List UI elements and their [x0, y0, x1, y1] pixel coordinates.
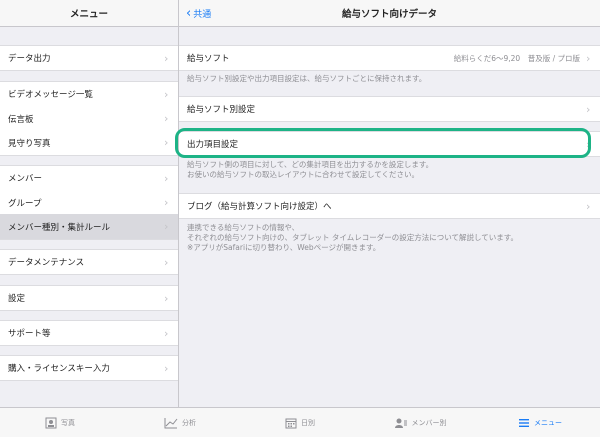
- chevron-left-icon: ‹: [186, 5, 192, 21]
- chevron-right-icon: ›: [164, 255, 169, 269]
- back-button[interactable]: ‹ 共通: [186, 0, 211, 26]
- chart-icon: [164, 417, 178, 428]
- tab-daily[interactable]: 日別: [240, 408, 360, 437]
- menu-navbar: メニュー: [0, 0, 178, 27]
- payroll-software-note: 給与ソフト別設定や出力項目設定は、給与ソフトごとに保持されます。: [187, 74, 427, 83]
- blog-link-label: ブログ（給与計算ソフト向け設定）へ: [187, 202, 332, 212]
- menu-item-settings[interactable]: 設定 ›: [0, 285, 178, 311]
- calendar-icon: [285, 418, 297, 428]
- photo-icon: [45, 417, 57, 428]
- back-button-label: 共通: [193, 9, 212, 20]
- menu-item-data-maintenance[interactable]: データメンテナンス ›: [0, 249, 178, 275]
- payroll-software-label: 給与ソフト: [187, 54, 230, 64]
- menu-item-member-types-rules[interactable]: メンバー種別・集計ルール ›: [0, 214, 178, 240]
- tab-menu[interactable]: メニュー: [480, 408, 600, 437]
- menu-item-label: データメンテナンス: [8, 258, 85, 268]
- menu-item-video-messages[interactable]: ビデオメッセージ一覧 ›: [0, 81, 178, 107]
- chevron-right-icon: ›: [586, 199, 591, 213]
- member-icon: [394, 418, 407, 428]
- menu-panel: メニュー データ出力 › ビデオメッセージ一覧 › 伝言板 › 見守り写真 › …: [0, 0, 179, 407]
- menu-item-label: メンバー種別・集計ルール: [8, 222, 111, 233]
- tab-label: メンバー別: [411, 418, 447, 427]
- chevron-right-icon: ›: [586, 102, 591, 116]
- menu-item-label: 設定: [8, 294, 26, 304]
- blog-note-line-3: ※アプリがSafariに切り替わり、Webページが開きます。: [187, 243, 381, 252]
- menu-item-support[interactable]: サポート等 ›: [0, 320, 178, 346]
- tab-bar: 写真 分析 日別 メンバー別 メニュー: [0, 407, 600, 437]
- blog-link-row[interactable]: ブログ（給与計算ソフト向け設定）へ ›: [179, 193, 600, 219]
- menu-item-label: メンバー: [8, 174, 43, 184]
- chevron-right-icon: ›: [164, 51, 169, 65]
- menu-item-members[interactable]: メンバー ›: [0, 165, 178, 191]
- chevron-right-icon: ›: [586, 137, 591, 151]
- blog-note-line-1: 連携できる給与ソフトの情報や、: [187, 223, 300, 232]
- menu-item-watch-photos[interactable]: 見守り写真 ›: [0, 130, 178, 156]
- tab-label: 写真: [61, 418, 75, 427]
- chevron-right-icon: ›: [164, 136, 169, 149]
- menu-item-label: 購入・ライセンスキー入力: [8, 364, 110, 374]
- menu-item-label: ビデオメッセージ一覧: [8, 90, 93, 100]
- detail-navbar: ‹ 共通 給与ソフト向けデータ: [179, 0, 600, 27]
- tab-label: メニュー: [534, 418, 562, 427]
- payroll-software-value: 給料らくだ6〜9,20 普及版 / プロ版: [453, 53, 580, 63]
- menu-item-label: 見守り写真: [8, 138, 51, 149]
- output-items-note-line-1: 給与ソフト側の項目に対して、どの集計項目を出力するかを設定します。: [187, 160, 434, 169]
- tab-analysis[interactable]: 分析: [120, 408, 240, 437]
- chevron-right-icon: ›: [164, 112, 169, 125]
- chevron-right-icon: ›: [164, 361, 169, 375]
- chevron-right-icon: ›: [164, 220, 169, 233]
- output-items-note-line-2: お使いの給与ソフトの取込レイアウトに合わせて設定してください。: [187, 170, 420, 179]
- tab-label: 分析: [182, 418, 196, 427]
- chevron-right-icon: ›: [164, 196, 169, 209]
- menu-item-label: 伝言板: [8, 114, 34, 125]
- menu-item-purchase-license[interactable]: 購入・ライセンスキー入力 ›: [0, 355, 178, 381]
- menu-item-message-board[interactable]: 伝言板 ›: [0, 106, 178, 132]
- output-items-settings-label: 出力項目設定: [187, 140, 239, 150]
- menu-item-label: データ出力: [8, 54, 51, 64]
- payroll-software-row[interactable]: 給与ソフト 給料らくだ6〜9,20 普及版 / プロ版 ›: [179, 45, 600, 71]
- chevron-right-icon: ›: [164, 326, 169, 340]
- tab-photos[interactable]: 写真: [0, 408, 120, 437]
- menu-icon: [519, 418, 529, 427]
- menu-item-data-export[interactable]: データ出力 ›: [0, 45, 178, 71]
- chevron-right-icon: ›: [164, 291, 169, 305]
- menu-item-label: グループ: [8, 198, 42, 209]
- per-software-settings-label: 給与ソフト別設定: [187, 105, 256, 115]
- output-items-settings-row[interactable]: 出力項目設定 ›: [179, 131, 600, 157]
- chevron-right-icon: ›: [164, 171, 169, 185]
- menu-title: メニュー: [69, 9, 108, 20]
- menu-item-groups[interactable]: グループ ›: [0, 190, 178, 216]
- menu-item-label: サポート等: [8, 329, 51, 339]
- tab-label: 日別: [301, 418, 315, 427]
- blog-note-line-2: それぞれの給与ソフト向けの、タブレット タイムレコーダーの設定方法について解説し…: [187, 233, 519, 242]
- detail-panel: ‹ 共通 給与ソフト向けデータ 給与ソフト 給料らくだ6〜9,20 普及版 / …: [179, 0, 600, 407]
- per-software-settings-row[interactable]: 給与ソフト別設定 ›: [179, 96, 600, 122]
- chevron-right-icon: ›: [586, 51, 591, 65]
- page-title: 給与ソフト向けデータ: [341, 9, 437, 20]
- tab-by-member[interactable]: メンバー別: [360, 408, 480, 437]
- chevron-right-icon: ›: [164, 87, 169, 101]
